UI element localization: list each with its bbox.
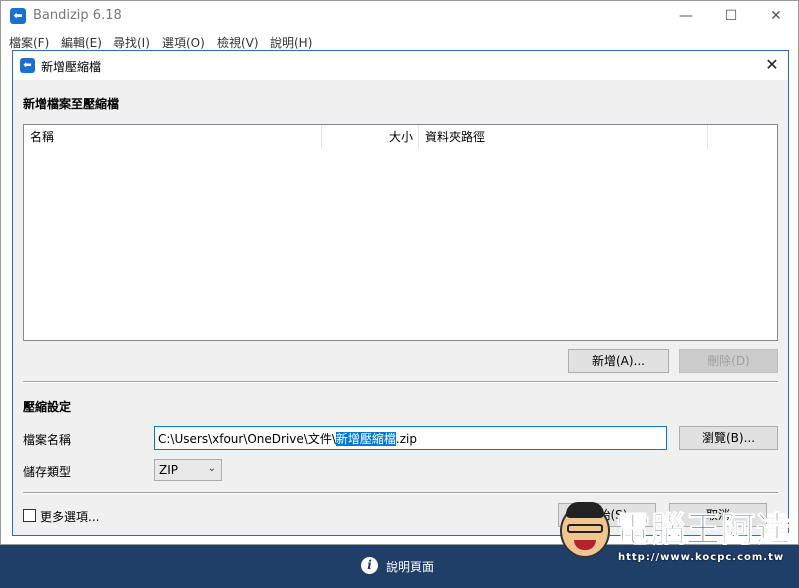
- info-icon[interactable]: i: [361, 557, 378, 574]
- archive-type-select[interactable]: ZIP ⌄: [154, 459, 222, 481]
- mascot-face-icon: [560, 502, 610, 558]
- maximize-button[interactable]: ☐: [708, 1, 754, 31]
- menu-edit[interactable]: 編輯(E): [61, 34, 102, 51]
- column-header-name[interactable]: 名稱: [24, 125, 322, 149]
- more-options-label[interactable]: 更多選項...: [40, 508, 99, 525]
- archive-type-label: 儲存類型: [23, 465, 72, 479]
- bandizip-dialog-icon: ⬅: [20, 58, 35, 73]
- add-file-button[interactable]: 新增(A)...: [568, 349, 669, 373]
- watermark-text: 電腦王阿達: [616, 510, 791, 551]
- list-header: 名稱 大小 資料夾路徑: [24, 125, 777, 149]
- file-list[interactable]: 名稱 大小 資料夾路徑: [23, 124, 778, 341]
- menu-options[interactable]: 選項(O): [162, 34, 205, 51]
- help-page-link[interactable]: 說明頁面: [386, 558, 434, 575]
- column-header-size[interactable]: 大小: [322, 125, 419, 149]
- dialog-title: 新增壓縮檔: [41, 60, 102, 74]
- filename-label: 檔案名稱: [23, 433, 72, 447]
- filename-prefix: C:\Users\xfour\OneDrive\文件\: [158, 432, 336, 446]
- more-options-checkbox[interactable]: [23, 509, 36, 522]
- menubar: 檔案(F) 編輯(E) 尋找(I) 選項(O) 檢視(V) 說明(H): [1, 31, 798, 51]
- delete-file-button[interactable]: 刪除(D): [679, 349, 778, 373]
- add-files-section-title: 新增檔案至壓縮檔: [23, 97, 120, 111]
- window-title: Bandizip 6.18: [33, 8, 122, 23]
- filename-input[interactable]: C:\Users\xfour\OneDrive\文件\新增壓縮檔.zip: [154, 426, 667, 450]
- browse-button[interactable]: 瀏覽(B)...: [679, 426, 778, 450]
- section-divider: [23, 381, 778, 383]
- new-archive-dialog: ⬅ 新增壓縮檔 ✕ 新增檔案至壓縮檔 名稱 大小 資料夾路徑 新增(A)... …: [12, 50, 789, 536]
- window-close-button[interactable]: ✕: [753, 1, 799, 31]
- dialog-titlebar: ⬅ 新增壓縮檔 ✕: [13, 51, 788, 80]
- main-titlebar: ⬅ Bandizip 6.18 — ☐ ✕: [1, 1, 798, 31]
- chevron-down-icon: ⌄: [207, 463, 216, 474]
- menu-view[interactable]: 檢視(V): [217, 34, 259, 51]
- filename-extension: .zip: [395, 432, 417, 446]
- menu-help[interactable]: 說明(H): [270, 34, 312, 51]
- menu-file[interactable]: 檔案(F): [9, 34, 49, 51]
- menu-find[interactable]: 尋找(I): [113, 34, 150, 51]
- bottom-divider: [23, 492, 778, 494]
- column-header-path[interactable]: 資料夾路徑: [419, 125, 708, 149]
- minimize-button[interactable]: —: [663, 1, 709, 31]
- watermark-url: http://www.kocpc.com.tw: [618, 552, 785, 563]
- filename-selection: 新增壓縮檔: [335, 432, 396, 446]
- bandizip-logo-icon: ⬅: [10, 8, 26, 24]
- watermark: 電腦王阿達 http://www.kocpc.com.tw: [556, 496, 796, 568]
- dialog-close-button[interactable]: ✕: [760, 54, 784, 76]
- compression-settings-title: 壓縮設定: [23, 400, 72, 414]
- column-header-blank: [708, 125, 777, 149]
- archive-type-value: ZIP: [159, 463, 178, 477]
